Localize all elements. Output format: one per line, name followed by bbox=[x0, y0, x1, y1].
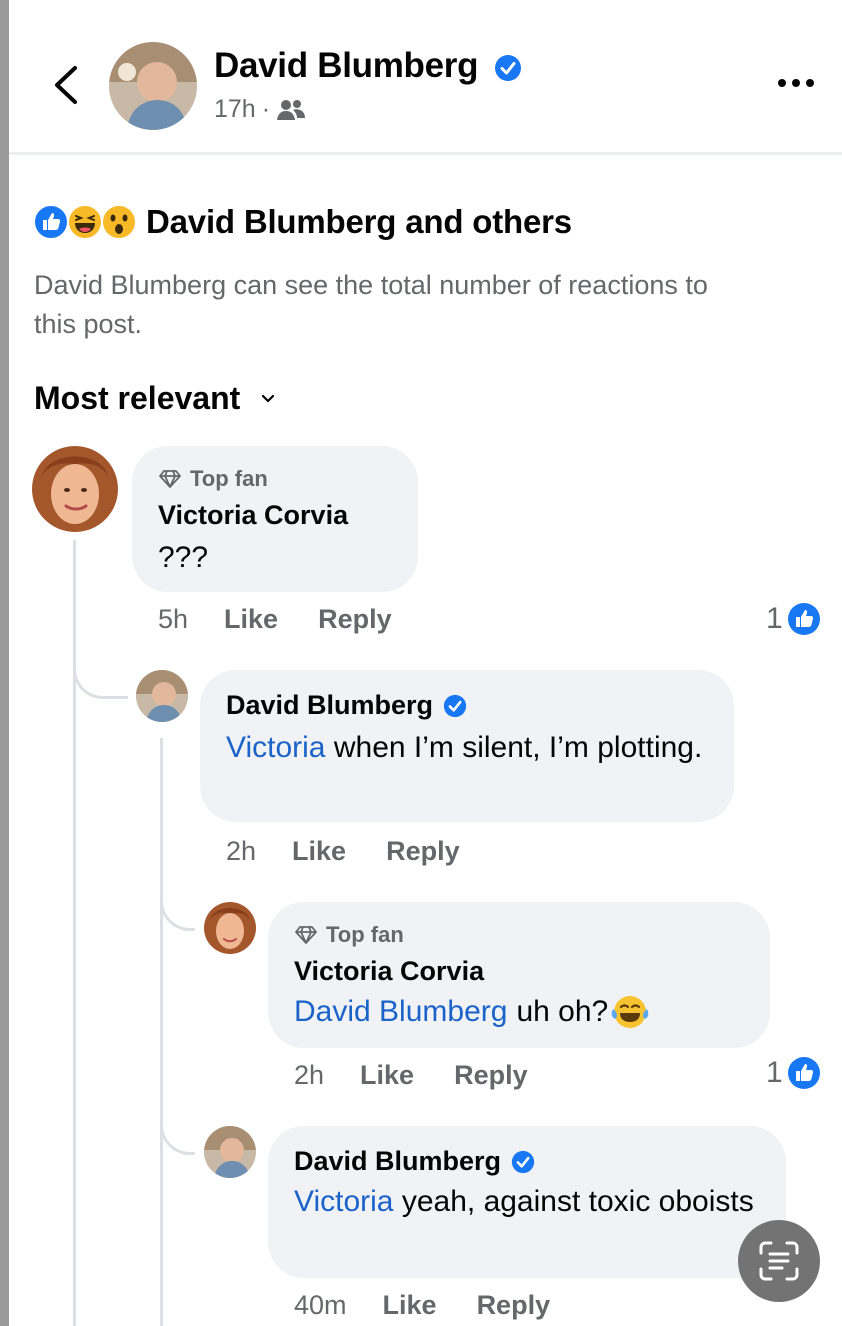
comment-actions: 40m Like Reply bbox=[294, 1290, 590, 1321]
tears-of-joy-emoji-icon bbox=[611, 995, 649, 1028]
reactions-title: David Blumberg and others bbox=[146, 203, 572, 240]
post-time: 17h bbox=[214, 95, 256, 123]
chevron-left-icon bbox=[55, 66, 77, 104]
comment-bubble[interactable]: Top fan Victoria Corvia ??? bbox=[132, 446, 418, 592]
mention-link[interactable]: David Blumberg bbox=[294, 990, 507, 1033]
reply-connector bbox=[73, 640, 128, 699]
friends-icon bbox=[277, 99, 306, 120]
like-button[interactable]: Like bbox=[224, 604, 278, 635]
like-count-value: 1 bbox=[766, 1056, 783, 1089]
badge-label: Top fan bbox=[326, 922, 404, 947]
sort-label: Most relevant bbox=[34, 380, 241, 416]
reply-button[interactable]: Reply bbox=[454, 1060, 528, 1091]
comment-time[interactable]: 40m bbox=[294, 1290, 347, 1321]
post-meta: 17h · bbox=[214, 95, 306, 124]
diamond-icon bbox=[159, 470, 181, 488]
comment-time[interactable]: 5h bbox=[158, 604, 188, 635]
top-fan-badge: Top fan bbox=[294, 922, 404, 948]
reply-connector bbox=[160, 1100, 195, 1155]
more-options-button[interactable] bbox=[774, 68, 818, 98]
haha-reaction-icon bbox=[67, 204, 103, 240]
comment-text: Victoria when I’m silent, I’m plotting. bbox=[226, 726, 716, 769]
more-dots-icon bbox=[778, 79, 814, 87]
comment-like-count[interactable]: 1 bbox=[766, 602, 821, 636]
author-avatar[interactable] bbox=[109, 42, 197, 130]
meta-separator: · bbox=[261, 95, 271, 123]
commenter-avatar[interactable] bbox=[136, 670, 188, 722]
like-reaction-icon bbox=[33, 204, 69, 240]
mention-link[interactable]: Victoria bbox=[294, 1185, 394, 1218]
comment-text: David Blumberg uh oh? bbox=[294, 990, 650, 1033]
header-divider bbox=[9, 152, 842, 155]
back-button[interactable] bbox=[47, 60, 87, 110]
diamond-icon bbox=[295, 926, 317, 944]
reply-button[interactable]: Reply bbox=[386, 836, 460, 867]
like-reaction-icon bbox=[787, 1057, 820, 1089]
like-reaction-icon bbox=[787, 603, 820, 635]
comment-actions: 2h Like Reply bbox=[226, 836, 500, 867]
comment-bubble[interactable]: Top fan Victoria Corvia David Blumberg u… bbox=[268, 902, 770, 1048]
comment-author[interactable]: David Blumberg bbox=[226, 690, 467, 721]
top-fan-badge: Top fan bbox=[158, 466, 268, 492]
thread-line bbox=[160, 738, 163, 1326]
post-header: David Blumberg 17h · bbox=[9, 0, 842, 150]
chevron-down-icon bbox=[262, 394, 275, 402]
verified-badge-icon bbox=[511, 1150, 535, 1173]
author-name[interactable]: David Blumberg bbox=[214, 46, 522, 86]
text-scan-button[interactable] bbox=[738, 1220, 820, 1302]
like-button[interactable]: Like bbox=[292, 836, 346, 867]
like-button[interactable]: Like bbox=[383, 1290, 437, 1321]
verified-badge-icon bbox=[443, 694, 467, 717]
commenter-avatar[interactable] bbox=[204, 1126, 256, 1178]
comment-actions: 2h Like Reply bbox=[294, 1060, 568, 1091]
commenter-avatar[interactable] bbox=[32, 446, 118, 532]
reply-button[interactable]: Reply bbox=[318, 604, 392, 635]
comment-bubble[interactable]: David Blumberg Victoria when I’m silent,… bbox=[200, 670, 734, 822]
reaction-icons bbox=[32, 203, 137, 241]
comment-author[interactable]: Victoria Corvia bbox=[158, 500, 348, 531]
commenter-avatar[interactable] bbox=[204, 902, 256, 954]
comment-body: uh oh? bbox=[516, 995, 609, 1028]
verified-badge-icon bbox=[494, 54, 521, 81]
screen-edge bbox=[0, 0, 9, 1326]
comment-text: ??? bbox=[158, 541, 209, 574]
comment-like-count[interactable]: 1 bbox=[766, 1056, 821, 1090]
comment-bubble[interactable]: David Blumberg Victoria yeah, against to… bbox=[268, 1126, 786, 1278]
reply-connector bbox=[160, 880, 195, 931]
comment-author[interactable]: David Blumberg bbox=[294, 1146, 535, 1177]
comment-time[interactable]: 2h bbox=[226, 836, 256, 867]
mention-link[interactable]: Victoria bbox=[226, 731, 326, 764]
comment-author[interactable]: Victoria Corvia bbox=[294, 956, 484, 987]
comment-body: when I’m silent, I’m plotting. bbox=[333, 731, 703, 764]
comment-body: yeah, against toxic oboists bbox=[401, 1185, 754, 1218]
reactions-summary[interactable]: David Blumberg and others bbox=[32, 203, 572, 241]
reply-button[interactable]: Reply bbox=[477, 1290, 551, 1321]
comment-text: Victoria yeah, against toxic oboists bbox=[294, 1180, 768, 1223]
reactions-note: David Blumberg can see the total number … bbox=[34, 270, 708, 339]
like-button[interactable]: Like bbox=[360, 1060, 414, 1091]
comment-time[interactable]: 2h bbox=[294, 1060, 324, 1091]
badge-label: Top fan bbox=[190, 466, 268, 491]
text-scan-icon bbox=[759, 1241, 799, 1281]
like-count-value: 1 bbox=[766, 602, 783, 635]
comment-actions: 5h Like Reply bbox=[158, 604, 432, 635]
wow-reaction-icon bbox=[101, 204, 137, 240]
comment-sort-dropdown[interactable]: Most relevant bbox=[34, 380, 276, 417]
